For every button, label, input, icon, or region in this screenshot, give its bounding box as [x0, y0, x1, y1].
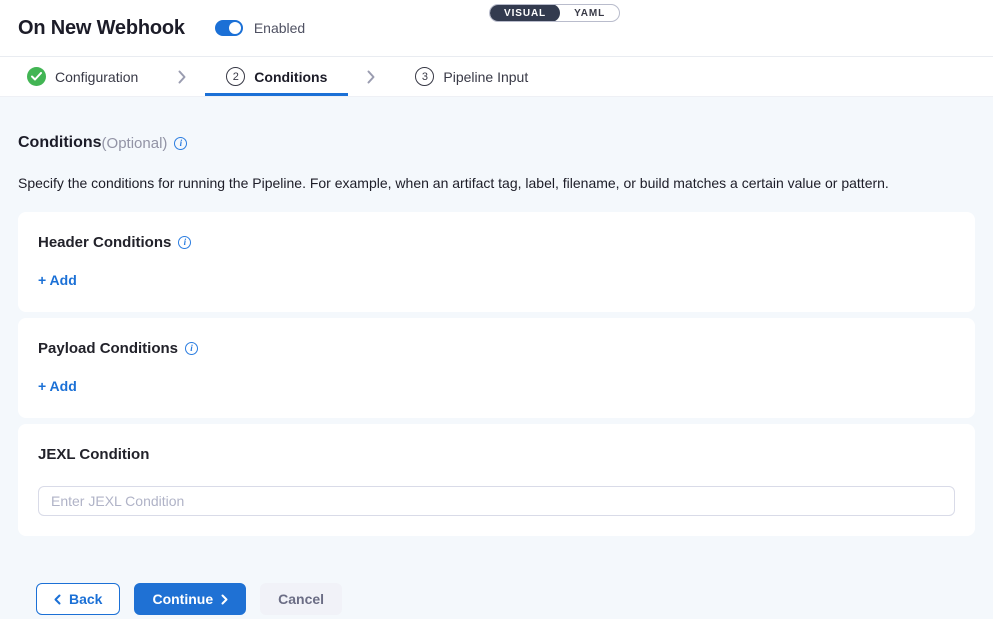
wizard-stepper: Configuration 2 Conditions 3 Pipeline In… [0, 57, 993, 97]
continue-button[interactable]: Continue [134, 583, 246, 615]
step-pipeline-input[interactable]: 3 Pipeline Input [394, 57, 549, 96]
page-title: On New Webhook [18, 17, 185, 40]
step-number-badge: 3 [415, 67, 434, 86]
wizard-footer: Back Continue Cancel [18, 583, 975, 615]
jexl-condition-input[interactable] [38, 486, 955, 516]
chevron-right-icon [367, 57, 375, 96]
step-label: Conditions [254, 69, 327, 85]
page-header: On New Webhook Enabled VISUAL YAML [0, 0, 993, 57]
info-icon[interactable]: i [174, 137, 187, 150]
check-circle-icon [27, 67, 46, 86]
toggle-knob [229, 22, 241, 34]
visual-yaml-toggle[interactable]: VISUAL YAML [489, 4, 620, 22]
continue-button-label: Continue [152, 591, 213, 607]
chevron-left-icon [54, 594, 61, 605]
yaml-mode-button[interactable]: YAML [560, 4, 619, 22]
payload-conditions-card: Payload Conditions i + Add [18, 318, 975, 418]
back-button[interactable]: Back [36, 583, 120, 615]
chevron-right-icon [221, 594, 228, 605]
chevron-right-icon [178, 57, 186, 96]
section-description: Specify the conditions for running the P… [18, 175, 975, 191]
section-heading-title: Conditions [18, 134, 102, 152]
cancel-button-label: Cancel [278, 591, 324, 607]
section-heading-optional: (Optional) [102, 135, 168, 152]
step-label: Configuration [55, 69, 138, 85]
cancel-button[interactable]: Cancel [260, 583, 342, 615]
payload-conditions-title: Payload Conditions [38, 340, 178, 357]
jexl-condition-card: JEXL Condition [18, 424, 975, 536]
info-icon[interactable]: i [185, 342, 198, 355]
header-conditions-card: Header Conditions i + Add [18, 212, 975, 312]
enabled-toggle[interactable]: Enabled [215, 20, 305, 36]
header-conditions-title: Header Conditions [38, 234, 171, 251]
jexl-condition-title: JEXL Condition [38, 446, 149, 463]
step-number-badge: 2 [226, 67, 245, 86]
add-header-condition-button[interactable]: + Add [38, 272, 77, 288]
toggle-switch-icon[interactable] [215, 20, 243, 36]
enabled-label: Enabled [254, 20, 305, 36]
section-heading: Conditions (Optional) i [18, 134, 975, 152]
conditions-panel: Conditions (Optional) i Specify the cond… [0, 97, 993, 615]
step-configuration[interactable]: Configuration [6, 57, 159, 96]
step-conditions[interactable]: 2 Conditions [205, 57, 348, 96]
add-payload-condition-button[interactable]: + Add [38, 378, 77, 394]
back-button-label: Back [69, 591, 102, 607]
visual-mode-button[interactable]: VISUAL [490, 4, 560, 22]
info-icon[interactable]: i [178, 236, 191, 249]
step-label: Pipeline Input [443, 69, 528, 85]
